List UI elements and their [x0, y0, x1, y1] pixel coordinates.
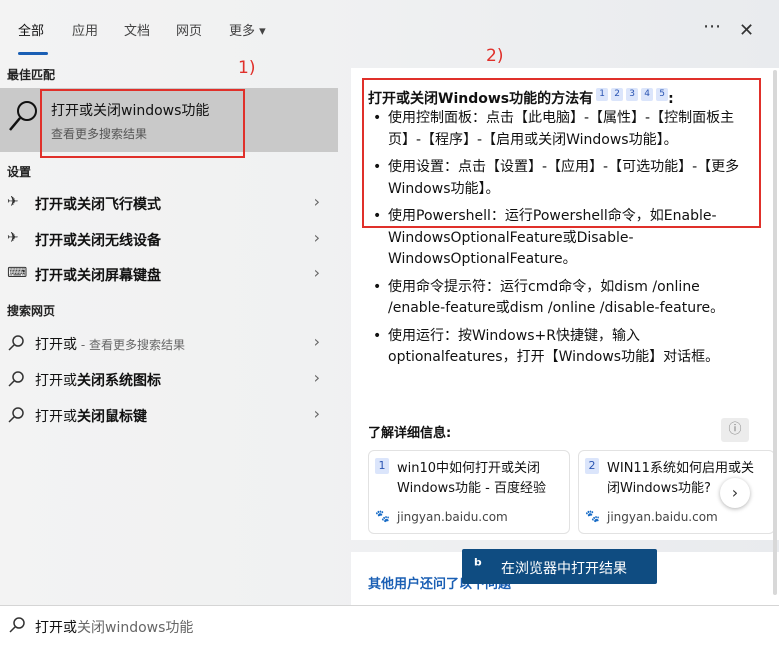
- info-icon[interactable]: ⓘ: [721, 418, 749, 442]
- web-item-2[interactable]: 打开或关闭系统图标 ›: [0, 362, 338, 396]
- settings-item-label: 打开或关闭无线设备: [35, 233, 161, 249]
- carousel-next-icon[interactable]: ›: [720, 478, 750, 508]
- chevron-right-icon[interactable]: ›: [314, 368, 320, 387]
- baidu-paw-icon: 🐾: [585, 509, 600, 523]
- search-icon: [8, 335, 24, 351]
- web-item-3[interactable]: 打开或关闭鼠标键 ›: [0, 398, 338, 432]
- web-search-heading: 搜索网页: [7, 304, 56, 318]
- answer-bullet: 使用命令提示符：运行cmd命令，如dism /online /enable-fe…: [368, 277, 758, 320]
- tab-more[interactable]: 更多 ▾: [229, 20, 266, 39]
- close-icon[interactable]: ✕: [739, 20, 754, 41]
- settings-item-label: 打开或关闭屏幕键盘: [35, 268, 161, 284]
- web-item-suffix: - 查看更多搜索结果: [77, 338, 185, 352]
- more-options-icon[interactable]: ⋯: [703, 16, 721, 37]
- search-input[interactable]: 打开或关闭windows功能: [35, 617, 193, 637]
- bing-icon: ᵇ: [474, 556, 483, 576]
- search-icon: [9, 101, 37, 131]
- active-tab-indicator: [18, 52, 48, 55]
- annotation-label-2: 2): [486, 46, 504, 66]
- web-item-prefix: 打开或: [35, 337, 77, 353]
- source-domain: jingyan.baidu.com: [397, 510, 508, 524]
- baidu-paw-icon: 🐾: [375, 509, 390, 523]
- annotation-label-1: 1): [238, 58, 256, 78]
- chevron-right-icon[interactable]: ›: [314, 404, 320, 423]
- web-item-bold: 关闭系统图标: [77, 373, 161, 389]
- learn-more-heading: 了解详细信息:: [368, 426, 452, 441]
- tab-web[interactable]: 网页: [176, 20, 202, 39]
- annotation-box-1: [40, 89, 245, 158]
- scrollbar[interactable]: [773, 70, 777, 595]
- best-match-heading: 最佳匹配: [7, 68, 56, 82]
- settings-item-label: 打开或关闭飞行模式: [35, 197, 161, 213]
- tab-apps[interactable]: 应用: [72, 20, 98, 39]
- answer-bullet: 使用运行：按Windows+R快捷键，输入optionalfeatures，打开…: [368, 326, 758, 369]
- open-in-browser-label: 在浏览器中打开结果: [501, 561, 627, 577]
- chevron-right-icon[interactable]: ›: [314, 263, 320, 282]
- source-number: 1: [375, 458, 389, 474]
- open-in-browser-button[interactable]: ᵇ 在浏览器中打开结果: [462, 549, 657, 584]
- settings-item-keyboard[interactable]: ⌨ 打开或关闭屏幕键盘 ›: [0, 257, 338, 291]
- airplane-icon: ✈: [7, 230, 19, 246]
- airplane-icon: ✈: [7, 194, 19, 210]
- annotation-box-2: [362, 78, 761, 228]
- source-card-1[interactable]: 1 win10中如何打开或关闭Windows功能 - 百度经验 🐾 jingya…: [368, 450, 570, 534]
- tab-all[interactable]: 全部: [18, 20, 44, 39]
- chevron-right-icon[interactable]: ›: [314, 192, 320, 211]
- tab-documents[interactable]: 文档: [124, 20, 150, 39]
- chevron-right-icon[interactable]: ›: [314, 228, 320, 247]
- settings-item-airplane[interactable]: ✈ 打开或关闭飞行模式 ›: [0, 186, 338, 220]
- keyboard-icon: ⌨: [7, 265, 28, 281]
- filter-tabs: 全部 应用 文档 网页 更多 ▾ ⋯ ✕: [0, 0, 779, 58]
- search-icon: [8, 407, 24, 423]
- web-item-bold: 关闭鼠标键: [77, 409, 147, 425]
- settings-item-wireless[interactable]: ✈ 打开或关闭无线设备 ›: [0, 222, 338, 256]
- source-title: win10中如何打开或关闭Windows功能 - 百度经验: [397, 461, 546, 496]
- chevron-right-icon[interactable]: ›: [314, 332, 320, 351]
- source-domain: jingyan.baidu.com: [607, 510, 718, 524]
- web-item-1[interactable]: 打开或 - 查看更多搜索结果 ›: [0, 326, 338, 360]
- search-icon: [9, 617, 25, 633]
- web-item-prefix: 打开或: [35, 409, 77, 425]
- search-icon: [8, 371, 24, 387]
- search-box[interactable]: 打开或关闭windows功能: [0, 605, 779, 645]
- web-item-prefix: 打开或: [35, 373, 77, 389]
- settings-heading: 设置: [7, 165, 32, 179]
- source-number: 2: [585, 458, 599, 474]
